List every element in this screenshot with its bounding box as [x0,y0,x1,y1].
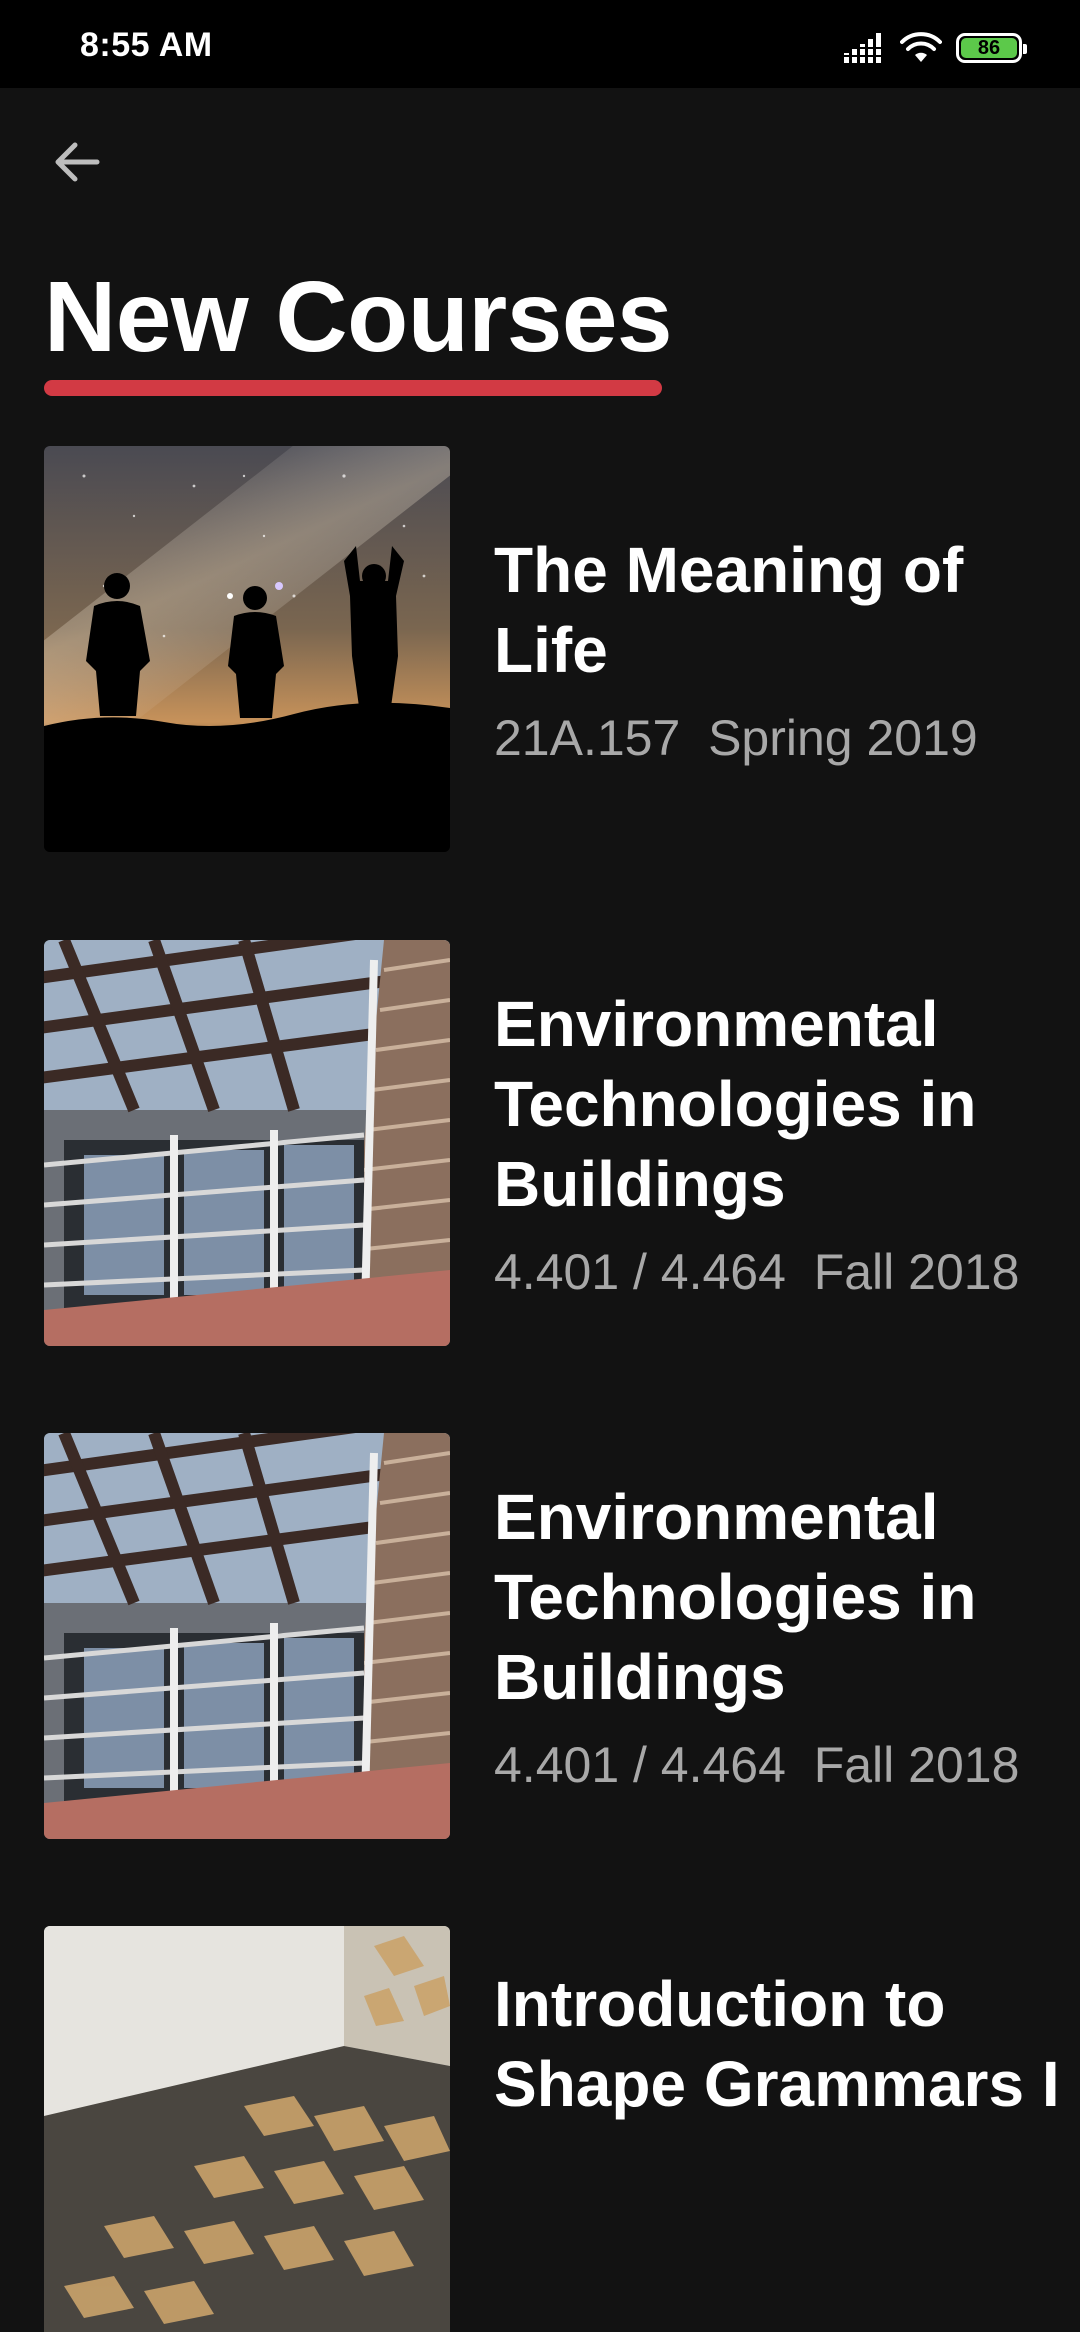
back-button[interactable] [44,130,108,194]
course-meta: 21A.157 Spring 2019 [494,710,978,766]
course-title: The Meaning of Life [494,534,964,686]
course-title: Environmental Technologies in Buildings [494,1481,977,1713]
battery-level: 86 [977,36,1001,59]
course-item[interactable]: Environmental Technologies in Buildings … [44,940,1044,1346]
arrow-back-icon [55,142,100,182]
shadow-pattern-room-image [44,1926,450,2332]
title-underline [44,380,662,396]
course-meta: 4.401 / 4.464 Fall 2018 [494,1244,1020,1300]
course-thumbnail [44,446,450,852]
course-text: The Meaning of Life 21A.157 Spring 2019 [494,446,1080,852]
page-title: New Courses [44,261,673,373]
night-sky-silhouettes-image [44,446,450,852]
course-text: Introduction to Shape Grammars I [494,1926,1080,2124]
wifi-icon [900,32,942,62]
course-item[interactable]: Environmental Technologies in Buildings … [44,1433,1044,1839]
signal-icon [844,33,881,63]
battery-icon: 86 [956,33,1027,63]
status-time: 8:55 AM [80,26,213,64]
course-item[interactable]: The Meaning of Life 21A.157 Spring 2019 [44,446,1044,852]
course-thumbnail [44,1926,450,2332]
building-louvers-image [44,940,450,1346]
course-text: Environmental Technologies in Buildings … [494,940,1080,1346]
battery-tip [1023,44,1027,54]
course-title: Introduction to Shape Grammars I [494,1968,1060,2120]
course-title: Environmental Technologies in Buildings [494,988,977,1220]
status-bar: 8:55 AM 86 [0,0,1080,88]
course-thumbnail [44,940,450,1346]
course-text: Environmental Technologies in Buildings … [494,1433,1080,1839]
course-thumbnail [44,1433,450,1839]
course-item[interactable]: Introduction to Shape Grammars I [44,1926,1060,2332]
status-icons: 86 [844,28,1027,68]
course-meta: 4.401 / 4.464 Fall 2018 [494,1737,1020,1793]
building-louvers-image [44,1433,450,1839]
